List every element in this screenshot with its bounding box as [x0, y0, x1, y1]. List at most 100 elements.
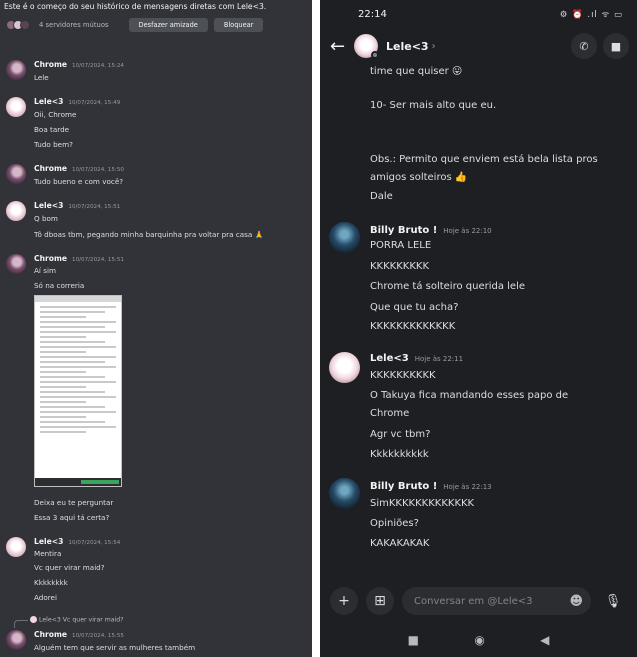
contact-name[interactable]: Lele<3	[386, 40, 429, 53]
message-text: Aí sim	[34, 266, 56, 275]
emoji-icon[interactable]: ☻	[569, 594, 583, 609]
add-attachment-button[interactable]: +	[330, 587, 358, 615]
message-text: Essa 3 aqui tá certa?	[34, 513, 110, 522]
timestamp: 10/07/2024, 15:24	[72, 63, 124, 69]
unfriend-button[interactable]: Desfazer amizade	[128, 18, 208, 32]
author-name[interactable]: Chrome	[34, 164, 67, 173]
call-button[interactable]: ✆	[571, 33, 597, 59]
mutual-server-icons[interactable]	[6, 20, 30, 30]
message-text: Kkkkkkkkkk	[370, 449, 429, 460]
message-text: Lele	[34, 73, 49, 82]
message-text: Chrome tá solteiro querida lele	[370, 281, 526, 292]
timestamp: Hoje às 22:13	[443, 483, 492, 491]
avatar[interactable]	[6, 630, 26, 650]
author-name[interactable]: Lele<3	[34, 537, 63, 546]
message-text: Opiniões?	[370, 518, 419, 529]
home-icon[interactable]: ◉	[474, 633, 484, 647]
message-text: Tô dboas tbm, pegando minha barquinha pr…	[34, 230, 264, 239]
author-name[interactable]: Lele<3	[34, 201, 63, 210]
author-name[interactable]: Billy Bruto !	[370, 481, 437, 492]
message-text: Chrome	[370, 408, 410, 419]
avatar[interactable]	[6, 97, 26, 117]
back-arrow-icon[interactable]: ←	[330, 36, 352, 57]
status-bar: 22:14 ⚙ ⏰ .ıl ᯤ ▭	[320, 0, 637, 28]
message-text: SimKKKKKKKKKKKKK	[370, 498, 475, 509]
message-text: Kkkkkkkk	[34, 578, 68, 587]
message-text: Tudo bueno e com você?	[34, 177, 124, 186]
timestamp: 10/07/2024, 15:49	[68, 100, 121, 106]
composer-bar: + ⊞ Conversar em @Lele<3 ☻ 🎙	[320, 582, 637, 620]
gift-button[interactable]: ⊞	[366, 587, 394, 615]
reply-reference[interactable]: Lele<3 Vc quer virar maid?	[30, 616, 124, 624]
desktop-dm-panel: Este é o começo do seu histórico de mens…	[0, 0, 312, 657]
timestamp: 10/07/2024, 15:51	[72, 257, 124, 263]
image-text-lines	[35, 302, 121, 440]
avatar[interactable]	[329, 222, 360, 253]
message-text: Alguém tem que servir as mulheres também	[34, 643, 196, 652]
author-name[interactable]: Chrome	[34, 60, 67, 69]
author-name[interactable]: Billy Bruto !	[370, 225, 437, 236]
message-text: PORRA LELE	[370, 240, 432, 251]
message-text: Só na correria	[34, 281, 85, 290]
back-triangle-icon[interactable]: ◀	[540, 633, 549, 647]
timestamp: 10/07/2024, 15:51	[68, 204, 121, 210]
message-text: time que quiser 😛	[370, 66, 463, 77]
status-icons: ⚙ ⏰ .ıl ᯤ ▭	[559, 9, 623, 20]
system-nav-bar: ■ ◉ ◀	[320, 626, 637, 654]
plus-icon: +	[338, 593, 350, 609]
message-text: 10- Ser mais alto que eu.	[370, 100, 497, 111]
author-name[interactable]: Chrome	[34, 630, 67, 639]
chevron-right-icon[interactable]: ›	[432, 41, 436, 52]
reply-avatar	[30, 616, 37, 623]
reply-text: Lele<3 Vc quer virar maid?	[39, 616, 124, 624]
attachment-image[interactable]	[34, 295, 122, 487]
message-text: KKKKKKKKK	[370, 261, 430, 272]
message-text: Boa tarde	[34, 125, 70, 134]
message-text: Agr vc tbm?	[370, 429, 431, 440]
block-button[interactable]: Bloquear	[213, 18, 264, 32]
gift-icon: ⊞	[374, 593, 386, 609]
timestamp: Hoje às 22:11	[414, 355, 464, 363]
avatar[interactable]	[6, 254, 26, 274]
message-text: O Takuya fica mandando esses papo de	[370, 390, 569, 401]
message-text: Que que tu acha?	[370, 302, 459, 313]
message-input[interactable]: Conversar em @Lele<3 ☻	[402, 587, 591, 615]
message-text: Mentira	[34, 549, 62, 558]
message-text: Tudo bem?	[34, 140, 73, 149]
image-bottombar	[35, 478, 121, 486]
server-icon	[20, 20, 30, 30]
avatar[interactable]	[354, 34, 379, 59]
mutual-servers-link[interactable]: 4 servidores mútuos	[39, 21, 109, 29]
message-input-placeholder: Conversar em @Lele<3	[414, 595, 533, 607]
avatar[interactable]	[329, 352, 360, 383]
author-name[interactable]: Lele<3	[370, 353, 409, 364]
avatar[interactable]	[6, 164, 26, 184]
mobile-dm-panel: 22:14 ⚙ ⏰ .ıl ᯤ ▭ ← Lele<3 › ✆ ■ time qu…	[320, 0, 637, 657]
dm-history-start: Este é o começo do seu histórico de mens…	[4, 2, 267, 11]
message-text: KKKKKKKKKKKKK	[370, 321, 456, 332]
status-dot-icon	[371, 51, 379, 59]
chat-header: ← Lele<3 › ✆ ■	[320, 28, 637, 64]
status-time: 22:14	[358, 8, 387, 20]
mutual-servers-row: 4 servidores mútuos Desfazer amizade Blo…	[0, 14, 312, 36]
voice-message-button[interactable]: 🎙	[599, 587, 627, 615]
microphone-icon: 🎙	[604, 593, 622, 609]
message-text: Oii, Chrome	[34, 110, 77, 119]
avatar[interactable]	[6, 537, 26, 557]
avatar[interactable]	[329, 478, 360, 509]
recent-apps-icon[interactable]: ■	[408, 633, 419, 647]
video-camera-icon: ■	[610, 39, 622, 53]
message-text: KKKKKKKKKK	[370, 370, 436, 381]
message-text: Q bom	[34, 214, 58, 223]
timestamp: 10/07/2024, 15:54	[68, 540, 121, 546]
message-text: Adorei	[34, 593, 57, 602]
video-call-button[interactable]: ■	[603, 33, 629, 59]
avatar[interactable]	[6, 60, 26, 80]
avatar[interactable]	[6, 201, 26, 221]
message-text: Obs.: Permito que enviem está bela lista…	[370, 154, 598, 165]
author-name[interactable]: Lele<3	[34, 97, 63, 106]
timestamp: 10/07/2024, 15:55	[72, 633, 124, 639]
message-text: Deixa eu te perguntar	[34, 498, 114, 507]
timestamp: 10/07/2024, 15:50	[72, 167, 124, 173]
author-name[interactable]: Chrome	[34, 254, 67, 263]
